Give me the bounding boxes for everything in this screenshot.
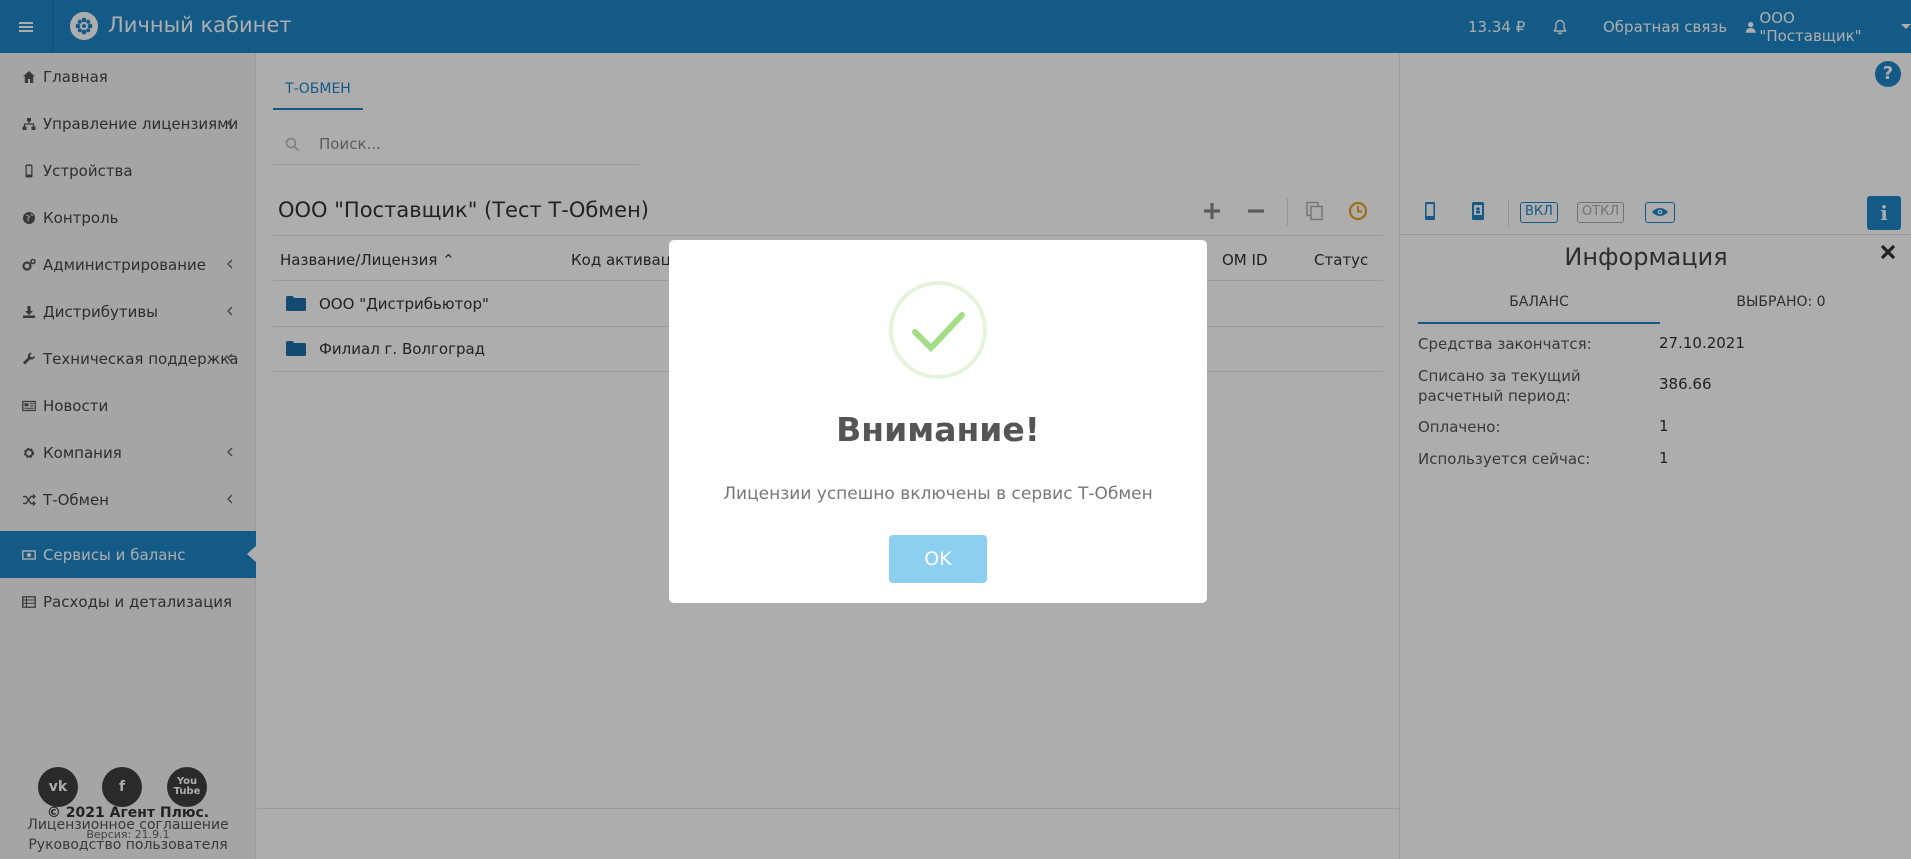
- dialog-title: Внимание!: [836, 410, 1040, 449]
- success-check-icon: [889, 281, 987, 379]
- dialog-message: Лицензии успешно включены в сервис Т-Обм…: [723, 484, 1153, 504]
- success-dialog: Внимание! Лицензии успешно включены в се…: [669, 240, 1207, 603]
- ok-button[interactable]: OK: [889, 535, 987, 583]
